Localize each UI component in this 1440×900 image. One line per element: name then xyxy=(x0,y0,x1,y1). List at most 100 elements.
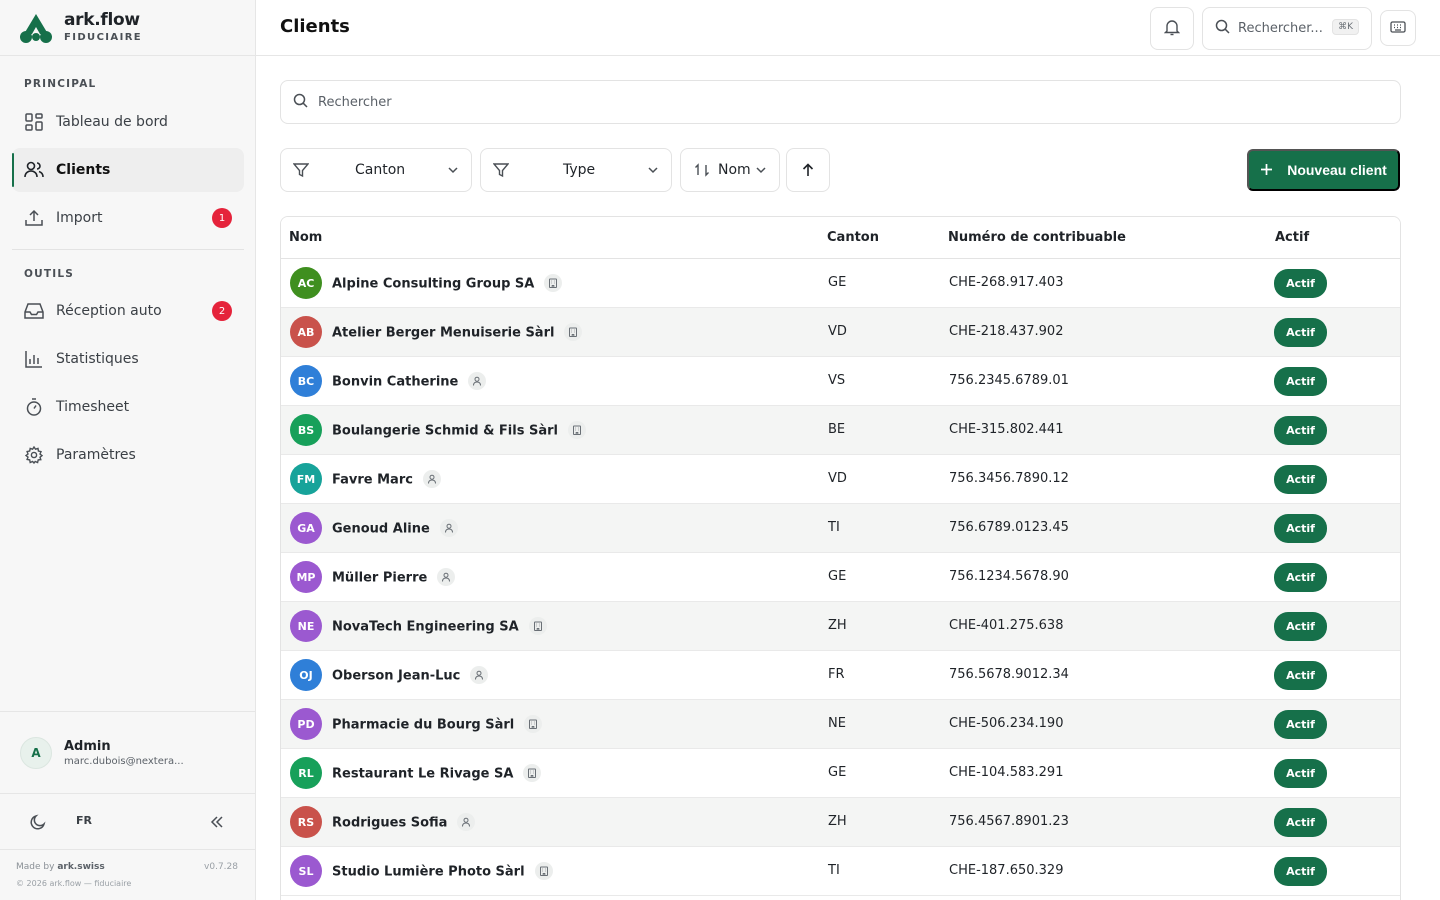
table-row[interactable]: BC Bonvin Catherine VS 756.2345.6789.01 Acti… xyxy=(281,357,1400,406)
client-name[interactable]: Bonvin Catherine xyxy=(332,375,458,390)
sidebar-item-reception-auto[interactable]: Réception auto 2 xyxy=(12,289,244,333)
status-badge[interactable]: Actif xyxy=(1274,808,1327,837)
building-icon xyxy=(534,862,553,880)
client-name[interactable]: Boulangerie Schmid & Fils Sàrl xyxy=(332,424,558,439)
sidebar-item-clients[interactable]: Clients xyxy=(12,148,244,192)
client-avatar: NE xyxy=(290,610,322,642)
status-badge[interactable]: Actif xyxy=(1274,857,1327,886)
sidebar-item-timesheet[interactable]: Timesheet xyxy=(12,385,244,429)
client-name[interactable]: Favre Marc xyxy=(332,473,413,488)
client-canton: ZH xyxy=(828,618,847,633)
client-avatar: RL xyxy=(290,757,322,789)
status-badge[interactable]: Actif xyxy=(1274,416,1327,445)
chevron-down-icon xyxy=(755,164,767,176)
column-header-nom[interactable]: Nom xyxy=(289,230,322,245)
client-name[interactable]: Genoud Aline xyxy=(332,522,430,537)
made-by-link[interactable]: ark.swiss xyxy=(57,862,104,872)
status-badge[interactable]: Actif xyxy=(1274,514,1327,543)
client-avatar: FM xyxy=(290,463,322,495)
table-row[interactable]: RS Rodrigues Sofia ZH 756.4567.8901.23 Actif xyxy=(281,798,1400,847)
table-row[interactable]: AC Alpine Consulting Group SA GE CHE-268.91… xyxy=(281,259,1400,308)
status-badge[interactable]: Actif xyxy=(1274,759,1327,788)
table-row[interactable]: BS Boulangerie Schmid & Fils Sàrl BE CHE-31… xyxy=(281,406,1400,455)
type-filter-select[interactable]: Type xyxy=(480,148,672,192)
sidebar-item-label: Tableau de bord xyxy=(56,114,168,130)
top-bar: Clients Rechercher... ⌘K xyxy=(256,0,1440,56)
collapse-sidebar-icon[interactable] xyxy=(209,814,225,830)
column-header-numero[interactable]: Numéro de contribuable xyxy=(948,230,1126,245)
user-profile[interactable]: A Admin marc.dubois@nextera... xyxy=(0,711,256,793)
bar-chart-icon xyxy=(24,349,44,369)
client-tax-number: 756.1234.5678.90 xyxy=(949,569,1069,584)
sort-direction-button[interactable] xyxy=(786,148,830,192)
status-badge[interactable]: Actif xyxy=(1274,661,1327,690)
status-badge[interactable]: Actif xyxy=(1274,612,1327,641)
client-canton: VD xyxy=(828,471,847,486)
table-row[interactable]: AB Atelier Berger Menuiserie Sàrl VD CHE-21… xyxy=(281,308,1400,357)
table-row[interactable]: GA Genoud Aline TI 756.6789.0123.45 Actif xyxy=(281,504,1400,553)
sidebar-item-statistiques[interactable]: Statistiques xyxy=(12,337,244,381)
sidebar-item-label: Import xyxy=(56,210,103,226)
client-name[interactable]: Müller Pierre xyxy=(332,571,427,586)
status-badge[interactable]: Actif xyxy=(1274,563,1327,592)
table-row[interactable]: SL Studio Lumière Photo Sàrl TI CHE-187.650… xyxy=(281,847,1400,896)
brand[interactable]: ark.flow FIDUCIAIRE xyxy=(0,0,255,56)
status-badge[interactable]: Actif xyxy=(1274,269,1327,298)
client-name-cell: Atelier Berger Menuiserie Sàrl xyxy=(332,323,583,342)
brand-subtitle: FIDUCIAIRE xyxy=(64,32,143,43)
person-icon xyxy=(457,813,476,831)
status-badge[interactable]: Actif xyxy=(1274,710,1327,739)
column-header-canton[interactable]: Canton xyxy=(827,230,879,245)
table-body: AC Alpine Consulting Group SA GE CHE-268.91… xyxy=(281,259,1400,896)
status-badge[interactable]: Actif xyxy=(1274,367,1327,396)
client-tax-number: CHE-187.650.329 xyxy=(949,863,1064,878)
sort-field-select[interactable]: Nom xyxy=(680,148,780,192)
inbox-icon xyxy=(24,301,44,321)
sidebar-footer-controls: FR xyxy=(0,793,256,849)
table-row[interactable]: PD Pharmacie du Bourg Sàrl NE CHE-506.234.1… xyxy=(281,700,1400,749)
table-header: Nom Canton Numéro de contribuable Actif xyxy=(281,217,1400,259)
sidebar-item-import[interactable]: Import 1 xyxy=(12,196,244,240)
dark-mode-toggle-icon[interactable] xyxy=(29,813,47,831)
client-tax-number: 756.4567.8901.23 xyxy=(949,814,1069,829)
sidebar-item-label: Paramètres xyxy=(56,447,136,463)
client-tax-number: CHE-218.437.902 xyxy=(949,324,1064,339)
language-switcher[interactable]: FR xyxy=(76,814,92,827)
client-search-input[interactable]: Rechercher xyxy=(280,80,1401,124)
client-canton: GE xyxy=(828,765,847,780)
column-header-actif[interactable]: Actif xyxy=(1275,230,1309,245)
table-row[interactable]: RL Restaurant Le Rivage SA GE CHE-104.583.2… xyxy=(281,749,1400,798)
chevron-down-icon xyxy=(647,164,659,176)
building-icon xyxy=(564,323,583,341)
page-title: Clients xyxy=(280,16,350,37)
canton-filter-select[interactable]: Canton xyxy=(280,148,472,192)
users-icon xyxy=(24,160,44,180)
client-name[interactable]: Alpine Consulting Group SA xyxy=(332,277,534,292)
sidebar-item-parametres[interactable]: Paramètres xyxy=(12,433,244,477)
table-row[interactable]: OJ Oberson Jean-Luc FR 756.5678.9012.34 Acti… xyxy=(281,651,1400,700)
client-name[interactable]: Atelier Berger Menuiserie Sàrl xyxy=(332,326,554,341)
status-badge[interactable]: Actif xyxy=(1274,465,1327,494)
sidebar-item-dashboard[interactable]: Tableau de bord xyxy=(12,100,244,144)
client-name-cell: Boulangerie Schmid & Fils Sàrl xyxy=(332,421,586,440)
client-name[interactable]: Pharmacie du Bourg Sàrl xyxy=(332,718,514,733)
notifications-button[interactable] xyxy=(1150,7,1194,50)
new-client-button[interactable]: Nouveau client xyxy=(1247,149,1400,191)
client-name[interactable]: Restaurant Le Rivage SA xyxy=(332,767,513,782)
table-row[interactable]: MP Müller Pierre GE 756.1234.5678.90 Actif xyxy=(281,553,1400,602)
person-icon xyxy=(470,666,489,684)
keyboard-shortcuts-button[interactable] xyxy=(1380,10,1416,46)
person-icon xyxy=(437,568,456,586)
client-name[interactable]: Rodrigues Sofia xyxy=(332,816,447,831)
table-row[interactable]: FM Favre Marc VD 756.3456.7890.12 Actif xyxy=(281,455,1400,504)
client-name[interactable]: Oberson Jean-Luc xyxy=(332,669,460,684)
table-row[interactable]: NE NovaTech Engineering SA ZH CHE-401.275.6… xyxy=(281,602,1400,651)
client-tax-number: CHE-315.802.441 xyxy=(949,422,1064,437)
client-name[interactable]: NovaTech Engineering SA xyxy=(332,620,519,635)
status-badge[interactable]: Actif xyxy=(1274,318,1327,347)
client-avatar: MP xyxy=(290,561,322,593)
client-name-cell: Genoud Aline xyxy=(332,519,458,538)
client-canton: GE xyxy=(828,275,847,290)
global-search-button[interactable]: Rechercher... ⌘K xyxy=(1202,7,1372,50)
client-name[interactable]: Studio Lumière Photo Sàrl xyxy=(332,865,525,880)
